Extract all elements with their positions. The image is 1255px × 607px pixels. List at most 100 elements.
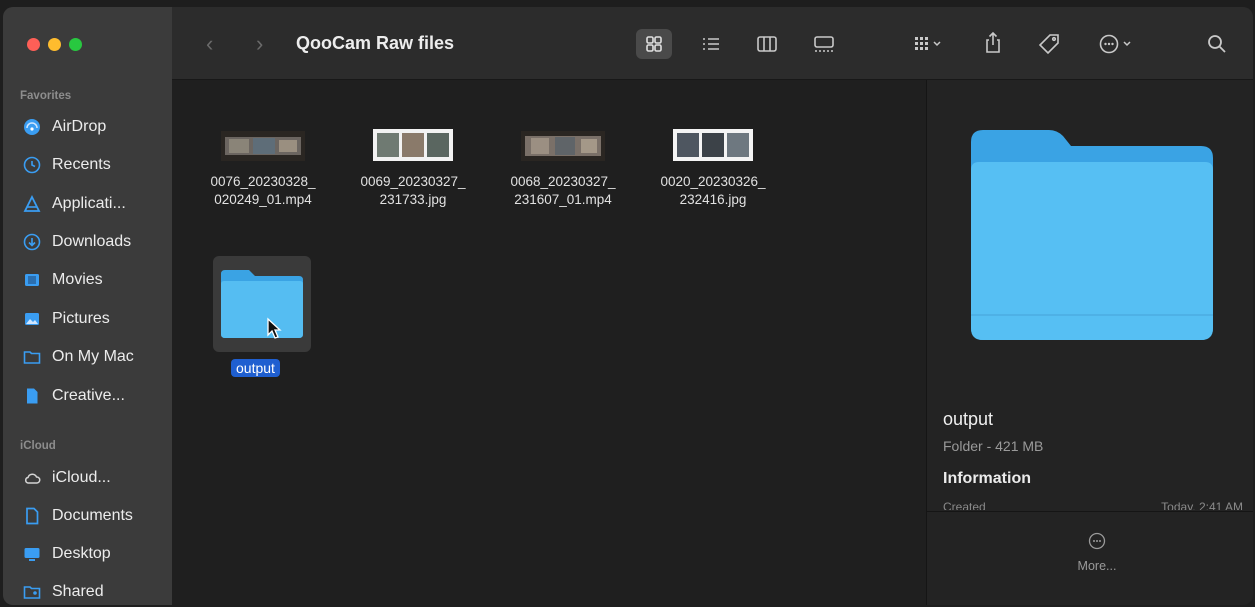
file-name: 0068_20230327_ 231607_01.mp4 [488,173,638,209]
group-grid-icon [915,37,941,50]
close-button[interactable] [27,38,40,51]
file-name-line: 020249_01.mp4 [214,192,312,207]
more-button[interactable]: More... [1077,532,1117,573]
desktop-icon [23,545,41,563]
mouse-cursor-icon [267,317,282,339]
sidebar-item-documents[interactable]: Documents [3,499,172,533]
minimize-button[interactable] [48,38,61,51]
sidebar-item-desktop[interactable]: Desktop [3,537,172,571]
sidebar-item-label: Applicati... [52,195,126,212]
folder-icon [221,270,303,338]
search-icon [1208,35,1226,53]
cloud-icon [23,469,41,487]
folder-name-selected[interactable]: output [231,359,280,377]
sidebar-item-airdrop[interactable]: AirDrop [3,110,172,144]
icon-view-button[interactable] [636,29,672,59]
download-icon [23,233,41,251]
sidebar-item-creative[interactable]: Creative... [3,379,172,413]
created-value: Today, 2:41 AM [1161,500,1243,510]
preview-item-kind-size: Folder - 421 MB [943,438,1044,454]
sidebar-item-applications[interactable]: Applicati... [3,187,172,221]
preview-pane: output Folder - 421 MB Information Creat… [926,80,1253,605]
file-name-line: 231733.jpg [379,192,447,207]
file-name-line: 0068_20230327_ [510,174,616,189]
list-icon [703,38,719,50]
video-thumbnail [221,123,305,163]
file-item[interactable]: 0069_20230327_ 231733.jpg [338,123,488,209]
search-button[interactable] [1202,29,1232,59]
sidebar-item-recents[interactable]: Recents [3,148,172,182]
window-title: QooCam Raw files [296,33,455,53]
folder-icon [23,348,41,366]
file-item[interactable]: 0076_20230328_ 020249_01.mp4 [188,123,338,209]
sidebar-item-label: AirDrop [52,118,107,135]
sidebar-item-movies[interactable]: Movies [3,263,172,297]
sidebar-item-label: Recents [52,156,111,173]
sidebar-item-label: Downloads [52,233,132,250]
columns-icon [757,36,777,52]
file-name: 0069_20230327_ 231733.jpg [338,173,488,209]
divider [927,511,1253,512]
ellipsis-circle-icon [1099,34,1131,54]
sidebar-item-icloud-drive[interactable]: iCloud... [3,461,172,495]
sidebar-item-label: Desktop [52,545,111,562]
gallery-icon [814,36,834,52]
video-thumbnail [521,123,605,163]
preview-item-name: output [943,409,994,429]
sidebar-item-downloads[interactable]: Downloads [3,225,172,259]
airdrop-icon [23,118,41,136]
window-controls [27,38,82,51]
file-name-line: 232416.jpg [679,192,747,207]
list-view-button[interactable] [696,29,726,59]
group-button[interactable] [904,29,952,59]
share-button[interactable] [978,27,1008,59]
file-name: 0076_20230328_ 020249_01.mp4 [188,173,338,209]
information-heading: Information [943,470,1031,487]
file-item[interactable]: 0068_20230327_ 231607_01.mp4 [488,123,638,209]
grid-icon [646,36,662,52]
photo-icon [23,310,41,328]
sidebar-item-label: Movies [52,271,103,288]
folder-item-output[interactable] [213,256,311,352]
share-icon [986,31,1000,53]
column-view-button[interactable] [752,29,782,59]
more-actions-button[interactable] [1094,29,1142,59]
document-icon [23,507,41,525]
file-item[interactable]: 0020_20230326_ 232416.jpg [638,123,788,209]
film-icon [23,271,41,289]
clock-icon [23,156,41,174]
sidebar-item-label: On My Mac [52,348,134,365]
file-name-line: 0069_20230327_ [360,174,466,189]
sidebar-item-label: Creative... [52,387,125,404]
image-thumbnail [671,123,755,163]
document-icon [23,387,41,405]
sidebar-item-on-my-mac[interactable]: On My Mac [3,340,172,374]
sidebar-item-label: Shared [52,583,104,600]
gallery-view-button[interactable] [808,29,840,59]
file-name-line: 231607_01.mp4 [514,192,612,207]
file-name-line: 0076_20230328_ [210,174,316,189]
sidebar-item-label: Pictures [52,310,110,327]
ellipsis-circle-icon [1088,532,1106,550]
sidebar-item-pictures[interactable]: Pictures [3,302,172,336]
applications-icon [23,195,41,213]
back-icon[interactable]: ‹ [206,31,213,57]
shared-folder-icon [23,583,41,601]
sidebar-item-shared[interactable]: Shared [3,575,172,605]
sidebar: Favorites AirDrop Recents Applicati... D… [3,7,172,605]
file-name-line: 0020_20230326_ [660,174,766,189]
zoom-button[interactable] [69,38,82,51]
toolbar: ‹ › QooCam Raw files [172,7,1253,80]
sidebar-item-label: Documents [52,507,133,524]
forward-icon[interactable]: › [256,31,263,57]
sidebar-item-label: iCloud... [52,469,111,486]
large-folder-icon [971,130,1213,340]
more-label: More... [1077,559,1117,573]
tag-button[interactable] [1034,29,1064,59]
finder-window: Favorites AirDrop Recents Applicati... D… [3,7,1253,605]
created-row: Created Today, 2:41 AM [943,500,1243,510]
icloud-section-title: iCloud [20,440,56,452]
created-label: Created [943,500,986,510]
favorites-section-title: Favorites [20,90,72,102]
file-name: 0020_20230326_ 232416.jpg [638,173,788,209]
